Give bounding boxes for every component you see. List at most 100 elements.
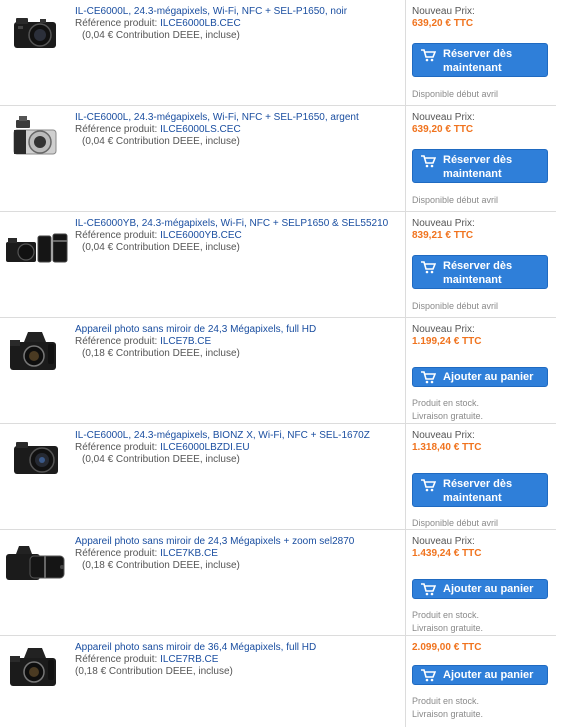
new-price-label: Nouveau Prix: (412, 218, 475, 229)
column-divider (405, 212, 406, 317)
deee-contribution: (0,04 € Contribution DEEE, incluse) (82, 454, 240, 465)
camera-body-icon[interactable] (6, 324, 64, 374)
product-price: 1.199,24 € TTC (412, 336, 482, 347)
new-price-label: Nouveau Prix: (412, 324, 475, 335)
new-price-label: Nouveau Prix: (412, 6, 475, 17)
add-to-cart-label: Ajouter au panier (443, 371, 534, 383)
reserve-button-label: Réserver dès maintenant (443, 260, 513, 286)
column-divider (405, 636, 406, 727)
new-price-label: Nouveau Prix: (412, 112, 475, 123)
delivery-text: Livraison gratuite. (412, 623, 484, 633)
add-to-cart-button[interactable]: Ajouter au panier (412, 367, 548, 387)
product-row: Appareil photo sans miroir de 36,4 Mégap… (0, 636, 556, 727)
new-price-label: Nouveau Prix: (412, 430, 475, 441)
purchase-panel: Nouveau Prix: 1.318,40 € TTC Réserver dè… (412, 430, 552, 528)
product-title-link[interactable]: Appareil photo sans miroir de 24,3 Mégap… (75, 536, 401, 548)
product-price: 1.439,24 € TTC (412, 548, 482, 559)
reference-link[interactable]: ILCE6000YB.CEC (160, 230, 242, 241)
reference-link[interactable]: ILCE7B.CE (160, 336, 211, 347)
deee-contribution: (0,04 € Contribution DEEE, incluse) (82, 136, 240, 147)
add-to-cart-label: Ajouter au panier (443, 669, 534, 681)
reserve-button[interactable]: Réserver dès maintenant (412, 43, 548, 77)
availability-text: Disponible début avril (412, 195, 499, 205)
product-list: IL-CE6000L, 24.3-mégapixels, Wi-Fi, NFC … (0, 0, 566, 727)
column-divider (405, 0, 406, 105)
availability-text: Produit en stock. (412, 696, 480, 706)
purchase-panel: Nouveau Prix: 1.439,24 € TTC Ajouter au … (412, 536, 552, 633)
new-price-label: Nouveau Prix: (412, 536, 475, 547)
availability-text: Disponible début avril (412, 89, 499, 99)
delivery-text: Livraison gratuite. (412, 709, 484, 719)
purchase-panel: Nouveau Prix: 1.199,24 € TTC Ajouter au … (412, 324, 552, 421)
product-title-link[interactable]: Appareil photo sans miroir de 36,4 Mégap… (75, 642, 401, 654)
product-title-link[interactable]: IL-CE6000YB, 24.3-mégapixels, Wi-Fi, NFC… (75, 218, 401, 230)
reference-label: Référence produit: (75, 18, 158, 29)
camera-silver-kit-icon[interactable] (6, 110, 64, 160)
camera-black-zeiss-kit-icon[interactable] (6, 430, 64, 480)
purchase-panel: Nouveau Prix: 639,20 € TTC Réserver dès … (412, 6, 552, 99)
reserve-button[interactable]: Réserver dès maintenant (412, 473, 548, 507)
camera-zoom-kit-icon[interactable] (4, 536, 68, 586)
reference-label: Référence produit: (75, 124, 158, 135)
cart-icon (420, 371, 437, 388)
deee-contribution: (0,18 € Contribution DEEE, incluse) (82, 560, 240, 571)
cart-icon (420, 583, 437, 600)
product-title-link[interactable]: IL-CE6000L, 24.3-mégapixels, BIONZ X, Wi… (75, 430, 401, 442)
reference-label: Référence produit: (75, 654, 158, 665)
product-price: 2.099,00 € TTC (412, 642, 482, 653)
product-price: 639,20 € TTC (412, 124, 474, 135)
purchase-panel: Nouveau Prix: 839,21 € TTC Réserver dès … (412, 218, 552, 311)
reserve-button[interactable]: Réserver dès maintenant (412, 255, 548, 289)
reserve-button-label: Réserver dès maintenant (443, 478, 513, 504)
product-title-link[interactable]: IL-CE6000L, 24.3-mégapixels, Wi-Fi, NFC … (75, 112, 401, 124)
reference-link[interactable]: ILCE6000LS.CEC (160, 124, 241, 135)
product-title-link[interactable]: Appareil photo sans miroir de 24,3 Mégap… (75, 324, 401, 336)
product-row: Appareil photo sans miroir de 24,3 Mégap… (0, 318, 556, 424)
cart-icon (420, 669, 437, 686)
availability-text: Produit en stock. (412, 610, 480, 620)
deee-contribution: (0,04 € Contribution DEEE, incluse) (82, 242, 240, 253)
camera-body-icon[interactable] (6, 640, 64, 690)
reference-label: Référence produit: (75, 336, 158, 347)
deee-contribution: (0,04 € Contribution DEEE, incluse) (82, 30, 240, 41)
availability-text: Disponible début avril (412, 518, 499, 528)
purchase-panel: Nouveau Prix: 639,20 € TTC Réserver dès … (412, 112, 552, 205)
camera-two-lens-kit-icon[interactable] (4, 222, 70, 272)
product-row: IL-CE6000L, 24.3-mégapixels, BIONZ X, Wi… (0, 424, 556, 530)
column-divider (405, 424, 406, 529)
product-row: Appareil photo sans miroir de 24,3 Mégap… (0, 530, 556, 636)
product-row: IL-CE6000YB, 24.3-mégapixels, Wi-Fi, NFC… (0, 212, 556, 318)
product-row: IL-CE6000L, 24.3-mégapixels, Wi-Fi, NFC … (0, 106, 556, 212)
reference-link[interactable]: ILCE6000LBZDI.EU (160, 442, 250, 453)
product-price: 839,21 € TTC (412, 230, 474, 241)
column-divider (405, 106, 406, 211)
reserve-button-label: Réserver dès maintenant (443, 154, 513, 180)
deee-contribution: (0,18 € Contribution DEEE, incluse) (75, 666, 233, 677)
camera-black-kit-icon[interactable] (6, 4, 64, 54)
reference-link[interactable]: ILCE6000LB.CEC (160, 18, 241, 29)
reserve-button[interactable]: Réserver dès maintenant (412, 149, 548, 183)
reference-label: Référence produit: (75, 548, 158, 559)
reference-link[interactable]: ILCE7RB.CE (160, 654, 218, 665)
product-title-link[interactable]: IL-CE6000L, 24.3-mégapixels, Wi-Fi, NFC … (75, 6, 401, 18)
reference-link[interactable]: ILCE7KB.CE (160, 548, 218, 559)
column-divider (405, 318, 406, 423)
purchase-panel: 2.099,00 € TTC Ajouter au panier Produit… (412, 642, 552, 719)
reference-label: Référence produit: (75, 230, 158, 241)
availability-text: Produit en stock. (412, 398, 480, 408)
reference-label: Référence produit: (75, 442, 158, 453)
cart-icon (420, 155, 437, 172)
cart-icon (420, 261, 437, 278)
add-to-cart-button[interactable]: Ajouter au panier (412, 665, 548, 685)
deee-contribution: (0,18 € Contribution DEEE, incluse) (82, 348, 240, 359)
product-price: 1.318,40 € TTC (412, 442, 482, 453)
reserve-button-label: Réserver dès maintenant (443, 48, 513, 74)
product-row: IL-CE6000L, 24.3-mégapixels, Wi-Fi, NFC … (0, 0, 556, 106)
product-price: 639,20 € TTC (412, 18, 474, 29)
availability-text: Disponible début avril (412, 301, 499, 311)
delivery-text: Livraison gratuite. (412, 411, 484, 421)
cart-icon (420, 479, 437, 496)
add-to-cart-button[interactable]: Ajouter au panier (412, 579, 548, 599)
add-to-cart-label: Ajouter au panier (443, 583, 534, 595)
cart-icon (420, 49, 437, 66)
